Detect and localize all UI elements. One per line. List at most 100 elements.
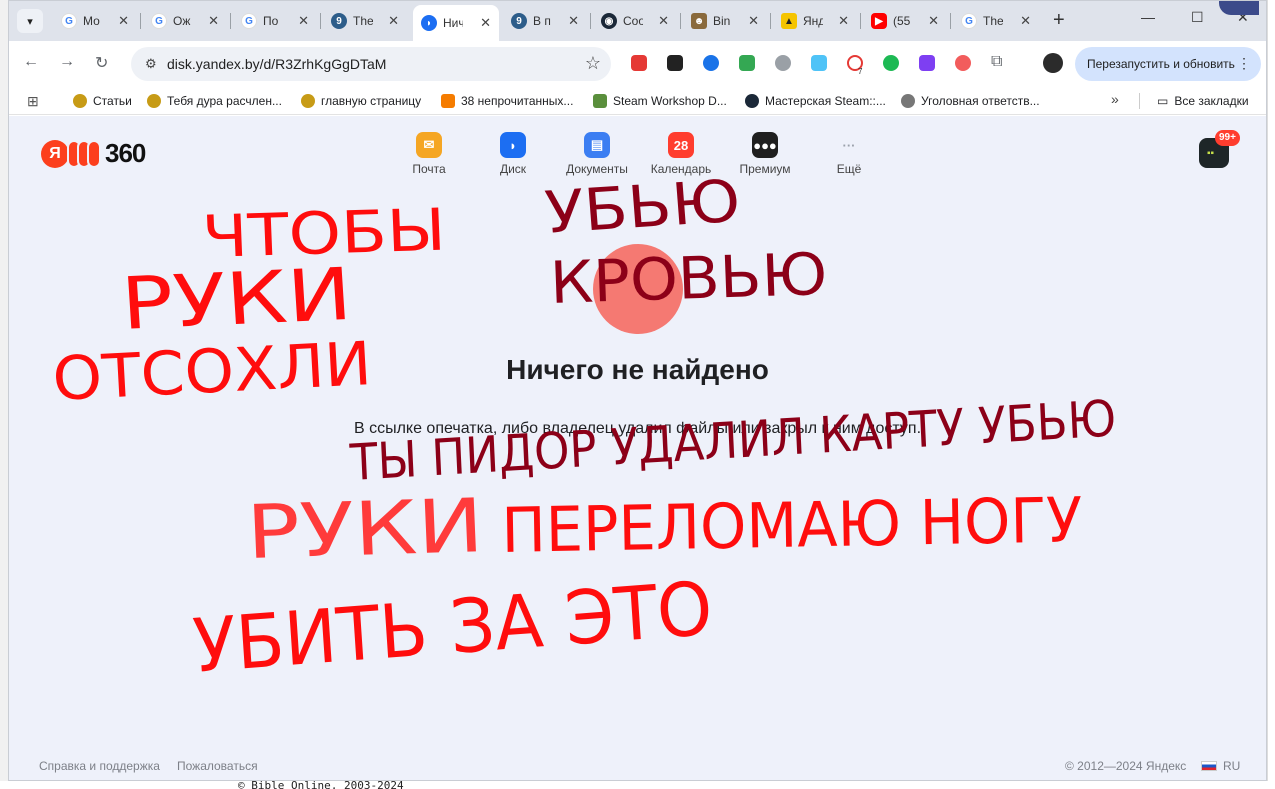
close-icon[interactable]: ✕ [568, 13, 579, 29]
bookmark-item[interactable]: Мастерская Steam::... [745, 94, 886, 108]
avatar-face-icon: ▪▪ [1207, 148, 1215, 159]
help-link[interactable]: Справка и поддержка [39, 759, 160, 773]
tab-separator [140, 13, 141, 29]
close-icon[interactable]: ✕ [838, 13, 849, 29]
language-selector[interactable]: RU [1201, 759, 1240, 773]
folder-icon: ▭ [1157, 94, 1169, 108]
relaunch-update-button[interactable]: Перезапустить и обновить ⋮ [1075, 47, 1261, 81]
address-bar[interactable]: ⚙ disk.yandex.by/d/R3ZrhKgGgDTaM ☆ [131, 47, 611, 81]
bookmark-favicon-icon [301, 94, 315, 108]
vpn-extension-icon[interactable] [811, 55, 827, 71]
tab-4[interactable]: 9 The ✕ [323, 7, 407, 35]
tab-10[interactable]: ▶ (55 ✕ [863, 7, 947, 35]
bookmark-item[interactable]: 38 непрочитанных... [441, 94, 573, 108]
tab-6[interactable]: 9 В п ✕ [503, 7, 587, 35]
tab-title: По [263, 14, 279, 28]
tab-title: Bin [713, 14, 731, 28]
steam-icon: ◉ [601, 13, 617, 29]
service-more[interactable]: ··· Ещё [813, 132, 885, 177]
shield-extension-icon[interactable] [739, 55, 755, 71]
tab-title: Мо [83, 14, 100, 28]
tab-2[interactable]: G Ож ✕ [143, 7, 227, 35]
new-tab-button[interactable]: + [1053, 9, 1065, 32]
tab-title: (55 [893, 14, 911, 28]
bookmarks-bar: ⊞ Статьи Тебя дура расчлен... главную ст… [9, 87, 1266, 115]
extension-icon[interactable] [667, 55, 683, 71]
extension-icon[interactable] [955, 55, 971, 71]
extension-icon[interactable] [919, 55, 935, 71]
reload-icon[interactable]: ↻ [95, 53, 108, 73]
tab-strip: ▾ G Мо ✕ G Ож ✕ G По ✕ 9 The ✕ ◗ Нич ✕ 9… [9, 1, 1266, 41]
bookmark-favicon-icon [593, 94, 607, 108]
url-text[interactable]: disk.yandex.by/d/R3ZrhKgGgDTaM [167, 56, 386, 72]
relaunch-label: Перезапустить и обновить [1087, 57, 1235, 71]
copyright: © 2012—2024 Яндекс [1065, 759, 1187, 773]
tab-search-button[interactable]: ▾ [17, 9, 43, 33]
premium-icon: ●●● [752, 132, 778, 158]
close-icon[interactable]: ✕ [388, 13, 399, 29]
extension-icon[interactable] [631, 55, 647, 71]
background-window-bottom-edge [0, 781, 1275, 789]
google-icon: G [61, 13, 77, 29]
tab-3[interactable]: G По ✕ [233, 7, 317, 35]
bible-icon: 9 [511, 13, 527, 29]
bookmark-item[interactable]: Статьи [73, 94, 132, 108]
notifications-badge: 99+ [1215, 130, 1240, 146]
service-mail[interactable]: ✉ Почта [393, 132, 465, 176]
bookmark-item[interactable]: Тебя дура расчлен... [147, 94, 282, 108]
bookmarks-overflow-icon[interactable]: » [1111, 91, 1119, 107]
tab-title: Ож [173, 14, 191, 28]
close-icon[interactable]: ✕ [658, 13, 669, 29]
scribble-text: ОТСОХЛИ [50, 329, 374, 415]
bookmark-star-icon[interactable]: ☆ [585, 53, 601, 74]
service-disk[interactable]: ◗ Диск [477, 132, 549, 176]
bookmark-favicon-icon [147, 94, 161, 108]
scribble-text: УБЬЮ [542, 166, 743, 247]
close-icon[interactable]: ✕ [480, 15, 491, 31]
scribble-text: УБИТЬ ЗА ЭТО [190, 565, 716, 690]
tab-title: В п [533, 14, 551, 28]
plus-icon: + [1053, 9, 1065, 31]
russia-flag-icon [1201, 761, 1217, 771]
close-icon[interactable]: ✕ [208, 13, 219, 29]
tab-11[interactable]: G The ✕ [953, 7, 1039, 35]
tab-5-active[interactable]: ◗ Нич ✕ [413, 5, 499, 41]
close-icon[interactable]: ✕ [298, 13, 309, 29]
bookmark-item[interactable]: главную страницу [301, 94, 421, 108]
yandex-360-logo[interactable]: Я 360 [41, 138, 146, 169]
close-icon[interactable]: ✕ [118, 13, 129, 29]
all-bookmarks-button[interactable]: ▭ Все закладки [1157, 94, 1249, 108]
tab-separator [950, 13, 951, 29]
extensions-puzzle-icon[interactable]: ⧉ [991, 53, 1002, 71]
tab-7[interactable]: ◉ Соо ✕ [593, 7, 677, 35]
tab-title: The [353, 14, 373, 28]
forward-arrow-icon[interactable]: → [59, 53, 75, 71]
service-premium[interactable]: ●●● Премиум [729, 132, 801, 176]
bookmark-item[interactable]: Уголовная ответств... [901, 94, 1040, 108]
profile-avatar[interactable] [1043, 53, 1063, 73]
maximize-icon: ☐ [1191, 9, 1204, 25]
apps-grid-icon[interactable]: ⊞ [27, 93, 39, 110]
binding-of-isaac-icon: ☻ [691, 13, 707, 29]
tab-separator [680, 13, 681, 29]
bookmark-favicon-icon [441, 94, 455, 108]
close-icon[interactable]: ✕ [928, 13, 939, 29]
steam-icon [745, 94, 759, 108]
tab-1[interactable]: G Мо ✕ [53, 7, 137, 35]
google-icon: G [961, 13, 977, 29]
extension-icon[interactable] [883, 55, 899, 71]
complain-link[interactable]: Пожаловаться [177, 759, 258, 773]
service-documents[interactable]: ▤ Документы [561, 132, 633, 176]
menu-dots-icon[interactable]: ⋮ [1237, 55, 1251, 72]
site-info-icon[interactable]: ⚙ [145, 56, 157, 72]
tab-8[interactable]: ☻ Bin ✕ [683, 7, 767, 35]
close-icon[interactable]: ✕ [1020, 13, 1031, 29]
adblock-extension-icon[interactable] [775, 55, 791, 71]
back-arrow-icon[interactable]: ← [23, 53, 39, 71]
bookmark-item[interactable]: Steam Workshop D... [593, 94, 727, 108]
minimize-button[interactable]: — [1141, 9, 1155, 25]
maximize-button[interactable]: ☐ [1191, 9, 1204, 26]
shazam-extension-icon[interactable] [703, 55, 719, 71]
close-icon[interactable]: ✕ [748, 13, 759, 29]
tab-9[interactable]: ▲ Янд ✕ [773, 7, 857, 35]
